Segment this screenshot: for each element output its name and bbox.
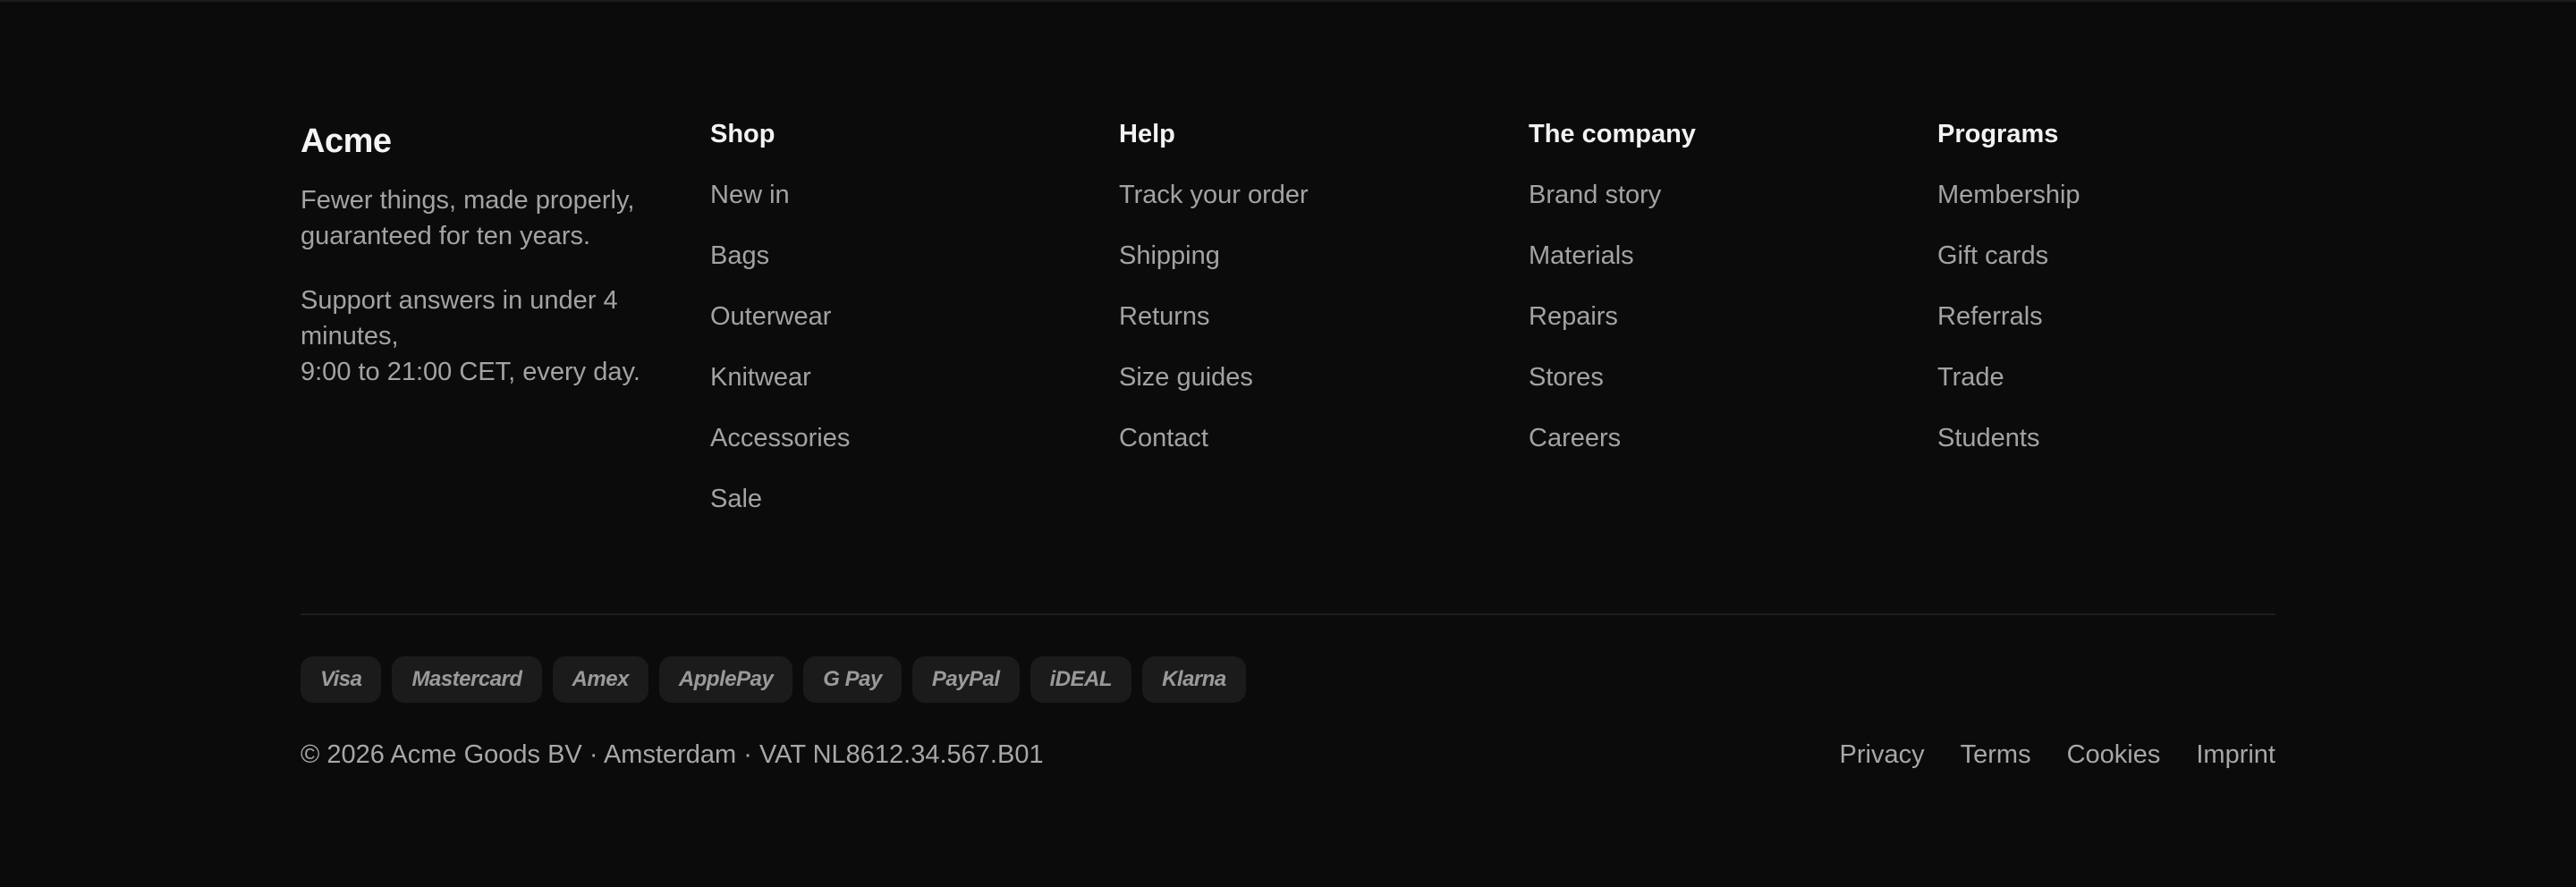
brand-tagline: Fewer things, made properly, guaranteed …	[301, 186, 635, 250]
link-outerwear[interactable]: Outerwear	[710, 299, 1086, 359]
link-careers[interactable]: Careers	[1529, 420, 1904, 481]
link-returns[interactable]: Returns	[1119, 299, 1495, 359]
payment-badge-amex: Amex	[552, 656, 648, 703]
payment-methods: Visa Mastercard Amex ApplePay G Pay PayP…	[301, 656, 1246, 703]
support-line-1: Support answers in under 4 minutes,	[301, 286, 618, 351]
help-column: Help Track your order Shipping Returns S…	[1119, 116, 1495, 481]
footer-bottom-row: © 2026 Acme Goods BV · Amsterdam · VAT N…	[301, 735, 2275, 774]
link-terms[interactable]: Terms	[1961, 740, 2031, 770]
link-materials[interactable]: Materials	[1529, 238, 1904, 299]
footer-divider	[301, 613, 2275, 615]
payment-badge-ideal: iDEAL	[1030, 656, 1132, 703]
link-new-in[interactable]: New in	[710, 177, 1086, 238]
link-referrals[interactable]: Referrals	[1937, 299, 2313, 359]
footer-columns: Acme Fewer things, made properly, guaran…	[301, 116, 2275, 545]
link-bags[interactable]: Bags	[710, 238, 1086, 299]
link-knitwear[interactable]: Knitwear	[710, 359, 1086, 420]
site-footer: Acme Fewer things, made properly, guaran…	[301, 0, 2275, 887]
copyright-text: © 2026 Acme Goods BV · Amsterdam · VAT N…	[301, 739, 1044, 769]
payment-badge-paypal: PayPal	[911, 656, 1020, 703]
link-contact[interactable]: Contact	[1119, 420, 1495, 481]
brand-logo[interactable]: Acme	[301, 116, 676, 166]
column-title-programs: Programs	[1937, 120, 2059, 148]
payment-badge-gpay: G Pay	[803, 656, 902, 703]
link-membership[interactable]: Membership	[1937, 177, 2313, 238]
shop-links: New in Bags Outerwear Knitwear Accessori…	[710, 177, 1086, 542]
link-imprint[interactable]: Imprint	[2196, 740, 2275, 770]
link-brand-story[interactable]: Brand story	[1529, 177, 1904, 238]
brand-column: Acme Fewer things, made properly, guaran…	[301, 116, 676, 390]
column-title-help: Help	[1119, 120, 1175, 148]
link-stores[interactable]: Stores	[1529, 359, 1904, 420]
support-line-2: 9:00 to 21:00 CET, every day.	[301, 358, 640, 386]
column-title-shop: Shop	[710, 120, 775, 148]
payment-badge-mastercard: Mastercard	[392, 656, 542, 703]
shop-column: Shop New in Bags Outerwear Knitwear Acce…	[710, 116, 1086, 542]
link-gift-cards[interactable]: Gift cards	[1937, 238, 2313, 299]
link-track-order[interactable]: Track your order	[1119, 177, 1495, 238]
link-students[interactable]: Students	[1937, 420, 2313, 481]
programs-column: Programs Membership Gift cards Referrals…	[1937, 116, 2313, 481]
company-column: The company Brand story Materials Repair…	[1529, 116, 1904, 481]
payment-badge-visa: Visa	[301, 656, 382, 703]
column-title-company: The company	[1529, 120, 1696, 148]
company-links: Brand story Materials Repairs Stores Car…	[1529, 177, 1904, 481]
support-hours: Support answers in under 4 minutes, 9:00…	[301, 283, 649, 390]
link-privacy[interactable]: Privacy	[1840, 740, 1925, 770]
payment-badge-klarna: Klarna	[1142, 656, 1246, 703]
link-shipping[interactable]: Shipping	[1119, 238, 1495, 299]
link-cookies[interactable]: Cookies	[2067, 740, 2161, 770]
link-accessories[interactable]: Accessories	[710, 420, 1086, 481]
programs-links: Membership Gift cards Referrals Trade St…	[1937, 177, 2313, 481]
payment-badge-applepay: ApplePay	[658, 656, 793, 703]
link-sale[interactable]: Sale	[710, 481, 1086, 542]
link-trade[interactable]: Trade	[1937, 359, 2313, 420]
link-repairs[interactable]: Repairs	[1529, 299, 1904, 359]
help-links: Track your order Shipping Returns Size g…	[1119, 177, 1495, 481]
legal-links: Privacy Terms Cookies Imprint	[1840, 740, 2275, 770]
link-size-guides[interactable]: Size guides	[1119, 359, 1495, 420]
